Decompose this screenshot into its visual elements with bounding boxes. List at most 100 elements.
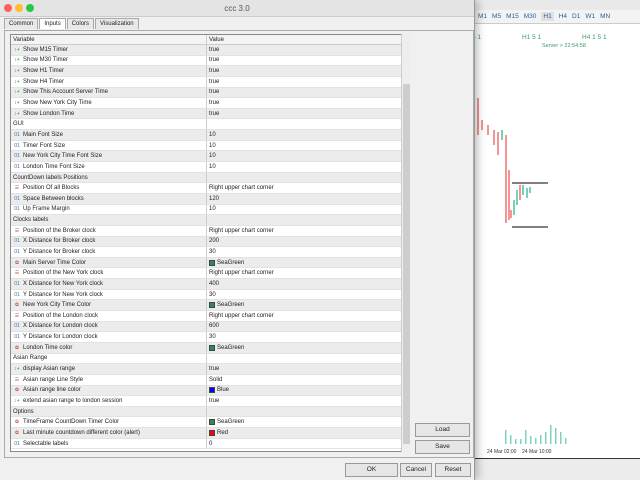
value-cell[interactable]: SeaGreen: [207, 258, 409, 268]
table-row[interactable]: ☰ Position of the Broker clock Right upper…: [11, 225, 409, 237]
value-cell[interactable]: true: [207, 109, 409, 119]
reset-button[interactable]: Reset: [435, 463, 471, 477]
value-cell[interactable]: Right upper chart corner: [207, 268, 409, 278]
table-row[interactable]: ↕+ Show M30 Timer true: [11, 55, 409, 67]
column-header-variable[interactable]: Variable: [11, 35, 207, 44]
table-row[interactable]: ✿ London Time color SeaGreen: [11, 342, 409, 354]
section-row[interactable]: Options: [11, 406, 409, 418]
variable-cell: Asian Range: [11, 353, 207, 364]
cancel-button[interactable]: Cancel: [400, 463, 432, 477]
table-row[interactable]: 01 X Distance for London clock 600: [11, 321, 409, 333]
variable-name: Show New York City Time: [23, 100, 92, 107]
table-row[interactable]: 01 X Distance for New York clock 400: [11, 279, 409, 290]
vertical-scrollbar[interactable]: [401, 34, 410, 452]
table-row[interactable]: ✿ Last minute countdown different color (…: [11, 428, 409, 439]
value-cell[interactable]: 10: [207, 205, 409, 215]
table-row[interactable]: ✿ Main Server Time Color SeaGreen: [11, 257, 409, 269]
value-cell[interactable]: true: [207, 66, 409, 76]
tab-bar: Common Inputs Colors Visualization: [4, 18, 140, 29]
value-cell[interactable]: Solid: [207, 375, 409, 385]
value-cell[interactable]: 0: [207, 439, 409, 449]
value-cell[interactable]: 30: [207, 332, 409, 342]
table-row[interactable]: ↕+ display Asian range true: [11, 364, 409, 375]
table-row[interactable]: ☰ Position of the New York clock Right upp…: [11, 268, 409, 280]
column-header-value[interactable]: Value: [207, 35, 409, 44]
tab-visualization[interactable]: Visualization: [95, 18, 139, 29]
value-cell[interactable]: SeaGreen: [207, 300, 409, 310]
timeframe-m5[interactable]: M5: [492, 13, 501, 20]
table-row[interactable]: ✿ New York City Time Color SeaGreen: [11, 300, 409, 312]
table-row[interactable]: 01 Y Distance for London clock 30: [11, 332, 409, 343]
section-row[interactable]: Clocks labels: [11, 215, 409, 226]
window-title: ccc 3.0: [224, 4, 250, 13]
table-row[interactable]: 01 Y Distance for Broker clock 30: [11, 247, 409, 258]
tab-common[interactable]: Common: [4, 18, 39, 29]
value-cell[interactable]: Right upper chart corner: [207, 226, 409, 236]
table-row[interactable]: ↕+ Show H1 Timer true: [11, 66, 409, 77]
variable-name: Options: [13, 408, 34, 415]
table-row[interactable]: ↕+ Show H4 Timer true: [11, 76, 409, 88]
variable-cell: CountDown labels Positions: [11, 172, 207, 183]
value-cell[interactable]: SeaGreen: [207, 417, 409, 427]
table-row[interactable]: ✿ Asian range line color Blue: [11, 385, 409, 397]
section-row[interactable]: CountDown labels Positions: [11, 172, 409, 184]
table-row[interactable]: ☰ Position Of all Blocks Right upper chart…: [11, 183, 409, 194]
timeframe-w1[interactable]: W1: [585, 13, 595, 20]
value-cell[interactable]: 10: [207, 130, 409, 140]
value-cell[interactable]: 30: [207, 290, 409, 300]
value-cell[interactable]: true: [207, 77, 409, 87]
value-cell[interactable]: 10: [207, 162, 409, 172]
timeframe-m1[interactable]: M1: [478, 13, 487, 20]
value-cell[interactable]: true: [207, 45, 409, 55]
table-row[interactable]: ↕+ Show M15 Timer true: [11, 45, 409, 56]
ok-button[interactable]: OK: [345, 463, 398, 477]
table-row[interactable]: ↕+ extend asian range to london session tr…: [11, 396, 409, 407]
table-row[interactable]: 01 X Distance for Broker clock 200: [11, 236, 409, 248]
value-cell[interactable]: 10: [207, 141, 409, 151]
table-row[interactable]: ↕+ Show This Account Server Time true: [11, 87, 409, 99]
value-cell[interactable]: true: [207, 98, 409, 108]
timeframe-h4[interactable]: H4: [559, 13, 567, 20]
load-button[interactable]: Load: [415, 423, 470, 437]
table-row[interactable]: 01 Selectable labels 0: [11, 438, 409, 450]
table-row[interactable]: 01 Timer Font Size 10: [11, 140, 409, 152]
value-cell[interactable]: 200: [207, 237, 409, 247]
scrollbar-thumb[interactable]: [403, 84, 410, 444]
timeframe-d1[interactable]: D1: [572, 13, 580, 20]
save-button[interactable]: Save: [415, 440, 470, 454]
value-cell[interactable]: Blue: [207, 386, 409, 396]
price-chart[interactable]: M1 M5 M15 M30 H1 H4 D1 W1 MN 5 1 H1 5 1 H4 1 5 1…: [470, 0, 640, 480]
value-cell[interactable]: 600: [207, 322, 409, 332]
timeframe-m15[interactable]: M15: [506, 13, 519, 20]
timeframe-h1[interactable]: H1: [541, 12, 554, 21]
value-cell[interactable]: true: [207, 88, 409, 98]
table-row[interactable]: ↕+ Show London Time true: [11, 108, 409, 120]
table-row[interactable]: 01 Space Between blocks 120: [11, 193, 409, 205]
timeframe-mn[interactable]: MN: [600, 13, 610, 20]
timeframe-m30[interactable]: M30: [524, 13, 537, 20]
table-row[interactable]: ✿ TimeFrame CountDown Timer Color SeaGreen: [11, 417, 409, 429]
value-cell[interactable]: 30: [207, 247, 409, 257]
table-row[interactable]: 01 Y Distance for New York clock 30: [11, 289, 409, 301]
section-row[interactable]: Asian Range: [11, 353, 409, 365]
table-row[interactable]: 01 Main Font Size 10: [11, 130, 409, 141]
table-row[interactable]: ☰ Asian range Line Style Solid: [11, 374, 409, 386]
value-cell[interactable]: true: [207, 56, 409, 66]
table-row[interactable]: ☰ Position of the London clock Right upper…: [11, 311, 409, 322]
table-row[interactable]: 01 Up Frame Margin 10: [11, 204, 409, 216]
tab-colors[interactable]: Colors: [66, 18, 95, 29]
value-cell[interactable]: true: [207, 364, 409, 374]
value-cell[interactable]: Red: [207, 428, 409, 438]
value-cell[interactable]: 10: [207, 151, 409, 161]
value-cell[interactable]: 400: [207, 279, 409, 289]
value-cell[interactable]: Right upper chart corner: [207, 183, 409, 193]
value-cell[interactable]: 120: [207, 194, 409, 204]
tab-inputs[interactable]: Inputs: [39, 18, 66, 29]
value-cell[interactable]: SeaGreen: [207, 343, 409, 353]
value-cell[interactable]: Right upper chart corner: [207, 311, 409, 321]
table-row[interactable]: ↕+ Show New York City Time true: [11, 98, 409, 109]
table-row[interactable]: 01 New York City Time Font Size 10: [11, 151, 409, 163]
value-cell[interactable]: true: [207, 396, 409, 406]
section-row[interactable]: GUI: [11, 119, 409, 131]
table-row[interactable]: 01 London Time Font Size 10: [11, 162, 409, 173]
